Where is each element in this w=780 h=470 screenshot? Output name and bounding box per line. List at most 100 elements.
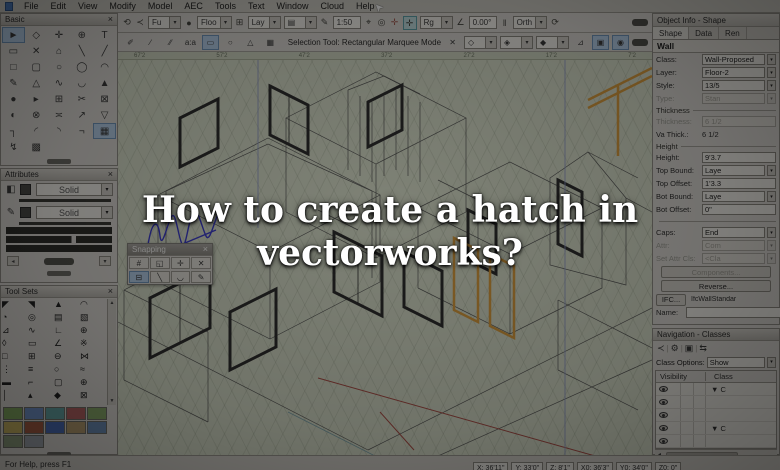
details-icon[interactable]: ▣ [685,343,694,354]
toolset-tile[interactable] [24,421,44,434]
toolset-tool-icon[interactable]: ▲ [54,299,80,312]
tab-data[interactable]: Data [689,27,720,39]
basic-tool-icon[interactable]: ◡ [70,75,93,91]
basic-tool-icon[interactable]: ◐ [2,107,25,123]
share-icon[interactable]: ≺ [657,343,665,354]
close-icon[interactable]: × [108,170,113,179]
single-pick-mode-icon[interactable]: ∕ [142,35,159,50]
toolset-tile[interactable] [45,421,65,434]
toolset-tool-icon[interactable]: ▴ [28,390,54,403]
close-icon[interactable]: × [108,287,113,296]
toolset-tool-icon[interactable]: ∿ [28,325,54,338]
rotation-angle-field[interactable]: 0.00° [468,16,497,29]
menu-modify[interactable]: Modify [103,1,142,11]
basic-tool-icon[interactable]: ⌂ [48,43,71,59]
vertical-scrollbar[interactable]: ▲ ▼ [107,299,116,405]
chevron-down-icon[interactable]: ▾ [269,16,281,29]
zoom-line-icon[interactable]: ⌖ [364,17,374,28]
menu-model[interactable]: Model [142,1,179,11]
render-mode-dropdown[interactable]: Rg ▾ [419,16,453,29]
basic-tool-icon[interactable]: ↯ [2,139,25,155]
eye-icon[interactable] [659,412,668,418]
chevron-down-icon[interactable]: ▾ [522,35,534,49]
toolset-tool-icon[interactable]: │ [2,390,28,403]
class-group-label[interactable]: ▼ C [706,424,726,433]
edge-mode-dropdown[interactable]: ◆ ▾ [536,35,570,49]
tab-render[interactable]: Ren [719,27,747,39]
refresh-icon[interactable]: ⟳ [550,17,560,28]
top-bound-dropdown[interactable]: Laye [702,165,765,176]
chevron-down-icon[interactable]: ▾ [305,16,317,29]
object-info-titlebar[interactable]: Object Info - Shape [653,14,779,27]
toolbar-collapse-handle[interactable] [632,38,648,46]
name-edit-mode-icon[interactable]: a:a [182,35,199,50]
class-row[interactable] [656,435,776,448]
close-icon[interactable]: × [108,15,113,24]
toolset-tile[interactable] [87,407,107,420]
basic-tool-icon[interactable]: ↗ [70,107,93,123]
layer-options-icon[interactable]: ⊞ [235,17,245,28]
sync-icon[interactable]: ⇆ [699,343,707,354]
share-icon[interactable]: ≺ [135,17,145,28]
basic-tool-icon[interactable]: ◜ [25,123,48,139]
basic-tool-icon[interactable]: ¬ [70,123,93,139]
chevron-down-icon[interactable]: ▾ [767,67,776,78]
toolset-tile[interactable] [87,421,107,434]
basic-tool-icon[interactable]: ╱ [93,43,116,59]
move-page-icon[interactable]: ✛ [390,17,400,28]
basic-tool-icon[interactable]: ∿ [48,75,71,91]
toolset-tool-icon[interactable]: ▧ [80,312,106,325]
basic-tool-icon[interactable]: ▲ [93,75,116,91]
visibility-column-header[interactable]: Visibility [656,372,706,381]
interactive-scaling-mode-icon[interactable]: ✐ [122,35,139,50]
toolset-tool-icon[interactable]: ▭ [28,338,54,351]
toolset-tool-icon[interactable]: ∠ [54,338,80,351]
layer-dropdown[interactable]: Floor-2 [702,67,765,78]
toolset-tool-icon[interactable]: ⊿ [2,325,28,338]
attributes-palette-titlebar[interactable]: Attributes × [1,169,117,181]
toolset-tool-icon[interactable]: ※ [80,338,106,351]
basic-tool-icon[interactable]: ◠ [93,59,116,75]
menu-view[interactable]: View [72,1,103,11]
active-class-dropdown[interactable]: Lay ▾ [247,16,281,29]
basic-tool-icon[interactable]: ┐ [2,123,25,139]
disable-snapping-icon[interactable]: ✕ [444,35,461,50]
toolset-tool-icon[interactable]: ▤ [54,312,80,325]
image-tool[interactable]: ▦ [93,123,116,139]
toolset-tool-icon[interactable]: ⌐ [28,377,54,390]
menu-aec[interactable]: AEC [178,1,209,11]
eye-icon[interactable] [659,399,668,405]
toolset-tool-icon[interactable]: ◔ [2,312,28,325]
class-row[interactable] [656,396,776,409]
basic-tool-icon[interactable]: ✛ [48,27,71,43]
basic-tool-icon[interactable]: ▩ [25,139,48,155]
menu-edit[interactable]: Edit [45,1,73,11]
toolset-tool-icon[interactable]: ⊠ [80,390,106,403]
basic-tool-icon[interactable]: ○ [48,59,71,75]
basic-tool-icon[interactable]: ◇ [25,27,48,43]
zoom-objects-icon[interactable]: ◎ [377,17,387,28]
basic-tool-icon[interactable]: ✂ [70,91,93,107]
toolset-tile[interactable] [3,407,23,420]
chevron-down-icon[interactable]: ▾ [767,356,776,368]
basic-tool-icon[interactable]: ▢ [25,59,48,75]
chevron-down-icon[interactable]: ▾ [767,165,776,176]
toolbar-collapse-handle[interactable] [632,19,648,26]
navigation-titlebar[interactable]: Navigation - Classes [653,329,779,341]
toolset-tool-icon[interactable]: ◠ [80,299,106,312]
class-group-label[interactable]: ▼ C [706,385,726,394]
chevron-down-icon[interactable]: ▾ [486,35,498,49]
class-row[interactable]: ▼ C [656,422,776,435]
class-row[interactable] [656,409,776,422]
eye-icon[interactable] [659,386,668,392]
toolset-tool-icon[interactable]: ▬ [2,377,28,390]
saved-views-dropdown[interactable]: Fu ▾ [148,16,181,29]
basic-tool-icon[interactable]: ⊠ [93,91,116,107]
toolset-tool-icon[interactable]: ≈ [80,364,106,377]
snap-loupe-icon[interactable]: ✛ [402,15,417,30]
toolset-tool-icon[interactable]: ◊ [2,338,28,351]
toolset-tile[interactable] [24,435,44,448]
scroll-down-icon[interactable]: ▼ [110,398,115,404]
chevron-down-icon[interactable]: ▾ [767,54,776,65]
basic-tool-icon[interactable]: ● [2,91,25,107]
